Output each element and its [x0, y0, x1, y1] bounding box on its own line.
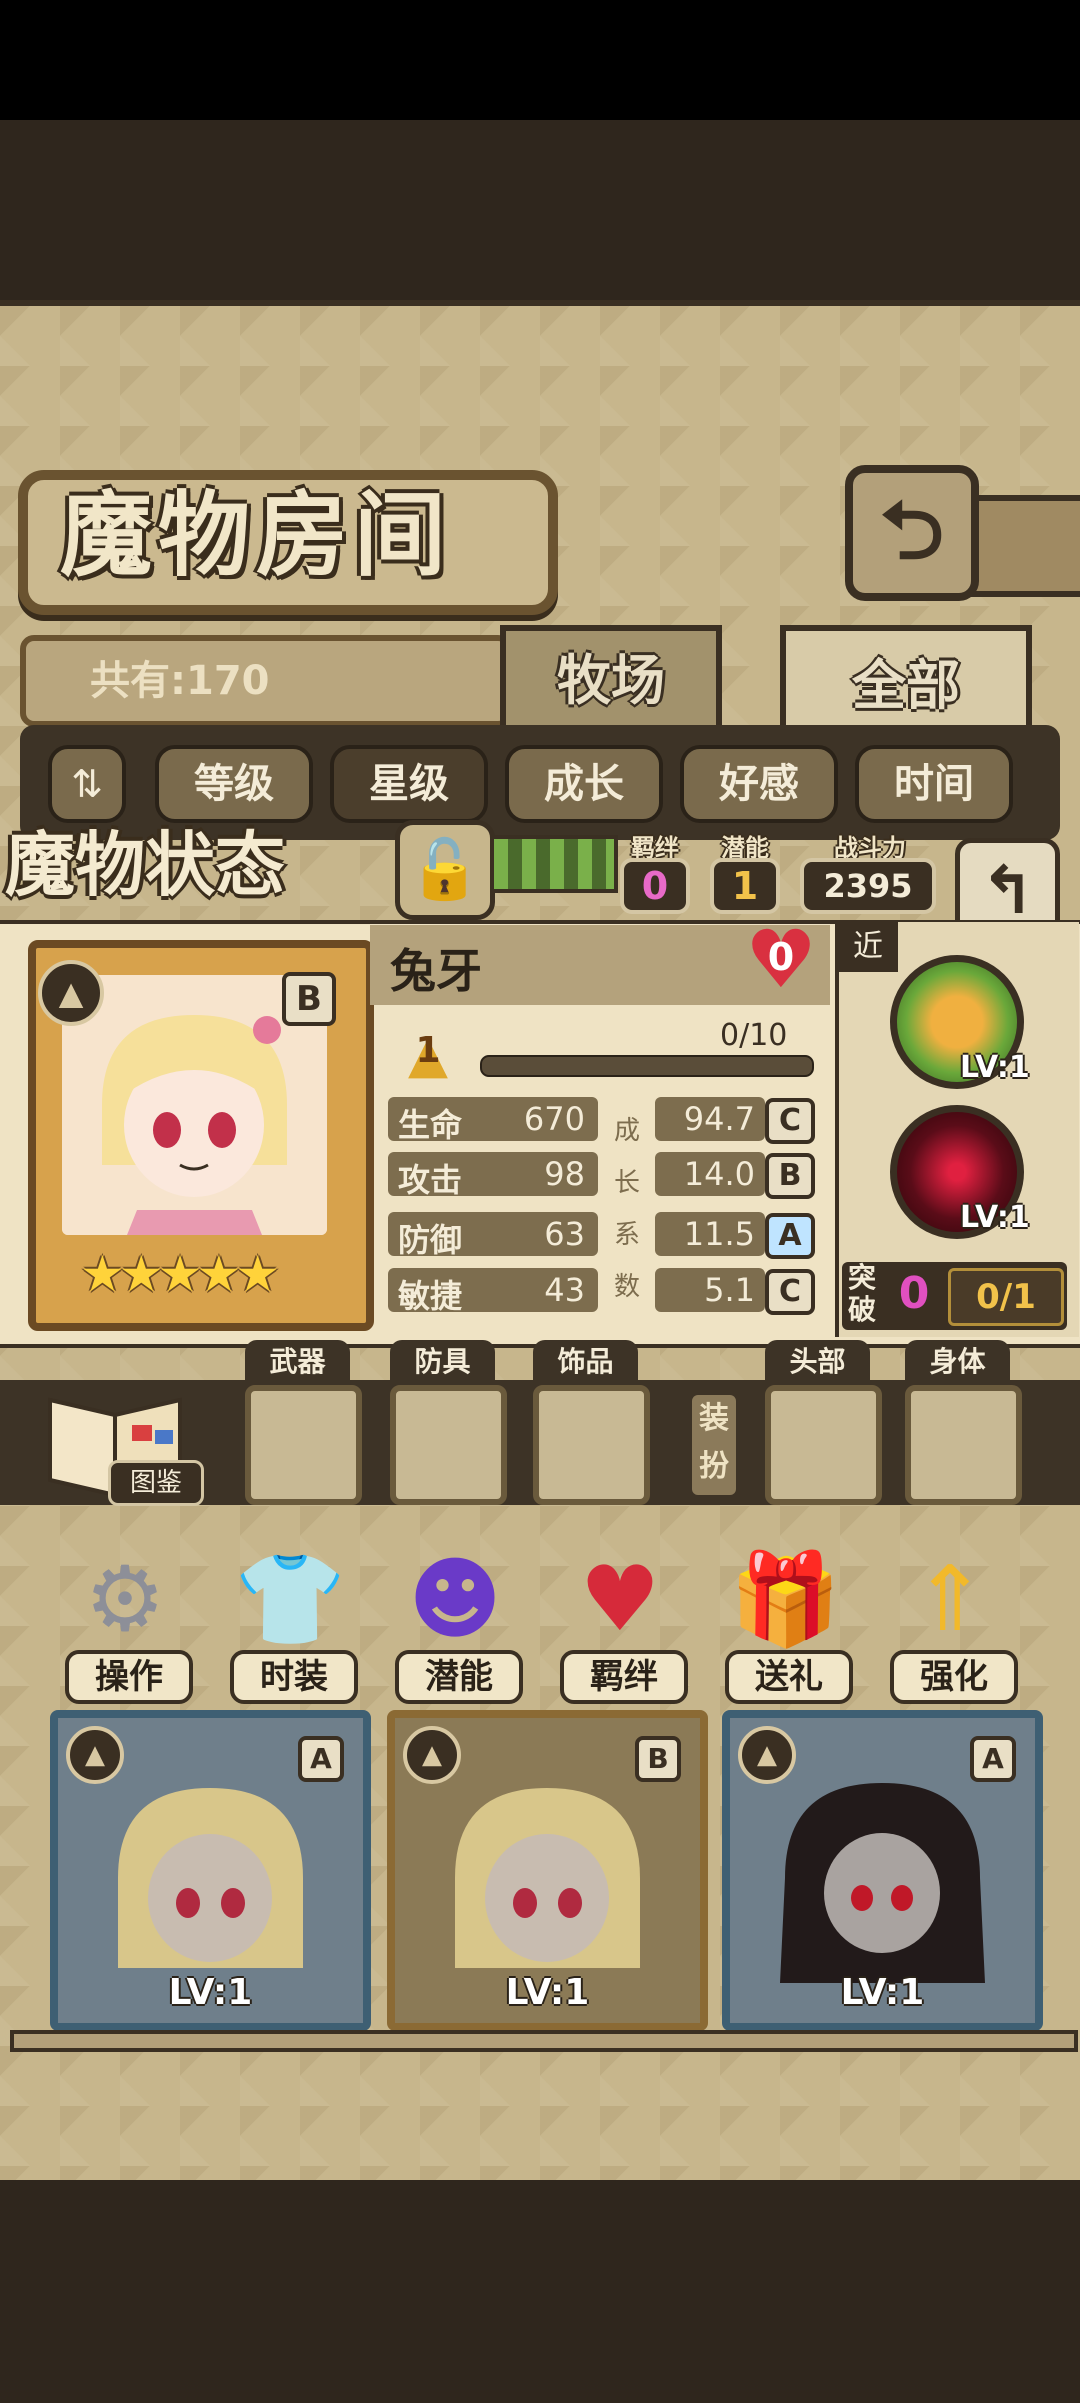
stat-value: 98	[544, 1155, 585, 1193]
card-level: LV:1	[168, 1972, 253, 2013]
coef-value: 94.7	[683, 1100, 755, 1138]
slot-label-head: 头部	[765, 1340, 870, 1384]
slot-label-accessory: 饰品	[533, 1340, 638, 1384]
stat-value: 43	[544, 1271, 585, 1309]
page-title: 魔物房间	[60, 481, 453, 589]
monster-card[interactable]: ▲ A LV:1	[722, 1710, 1043, 2031]
card-portrait	[118, 1788, 303, 1968]
monster-name: 兔牙	[390, 944, 482, 998]
bond-value: 0	[620, 858, 690, 914]
tab-ranch[interactable]: 牧场	[500, 625, 722, 737]
outfit-icon[interactable]: 👕	[230, 1540, 350, 1660]
monster-card[interactable]: ▲ A LV:1	[50, 1710, 371, 2031]
coef-value: 14.0	[683, 1155, 755, 1193]
action-fashion[interactable]: 时装	[230, 1650, 358, 1704]
skill-level: LV:1	[960, 1200, 1030, 1235]
back-button-tail	[965, 495, 1080, 597]
stat-value: 63	[544, 1215, 585, 1253]
return-icon: ↰	[979, 852, 1036, 929]
grade-badge: C	[765, 1098, 815, 1144]
star-rating: ★★★★★	[80, 1245, 280, 1303]
stat-name: 敏捷	[398, 1277, 463, 1315]
sort-order-icon[interactable]: ⇅	[48, 745, 126, 823]
rarity-icon: ▲	[38, 960, 104, 1026]
slot-accessory[interactable]	[533, 1385, 650, 1505]
coef-value: 5.1	[704, 1271, 755, 1309]
card-level: LV:1	[505, 1972, 590, 2013]
filter-star[interactable]: 星级	[330, 745, 488, 823]
status-bar	[0, 0, 1080, 120]
break-value: 0	[898, 1268, 930, 1319]
growth-label: 成 长 系 数	[612, 1105, 642, 1313]
slot-label-weapon: 武器	[245, 1340, 350, 1384]
growth-char: 系	[613, 1220, 640, 1250]
affection-value: 0	[767, 935, 795, 979]
coef-value: 11.5	[683, 1215, 755, 1253]
monster-card[interactable]: ▲ B LV:1	[387, 1710, 708, 2031]
potential-value: 1	[710, 858, 780, 914]
card-portrait	[780, 1783, 985, 1983]
action-operate[interactable]: 操作	[65, 1650, 193, 1704]
background-bottom	[0, 2180, 1080, 2403]
monster-count: 共有:170	[90, 658, 270, 704]
devil-icon[interactable]: ☻	[395, 1540, 515, 1660]
action-gift[interactable]: 送礼	[725, 1650, 853, 1704]
break-label: 突破	[848, 1261, 877, 1326]
card-portrait	[455, 1788, 640, 1968]
growth-char: 成	[613, 1116, 640, 1146]
stat-name: 攻击	[398, 1161, 463, 1199]
rank-badge: B	[282, 972, 336, 1026]
dress-label: 装扮	[692, 1395, 736, 1495]
book-label[interactable]: 图鉴	[108, 1460, 204, 1506]
gift-icon[interactable]: 🎁	[725, 1540, 845, 1660]
action-bond[interactable]: 羁绊	[560, 1650, 688, 1704]
slot-label-body: 身体	[905, 1340, 1010, 1384]
exp-text: 0/10	[720, 1018, 788, 1053]
decorative-stripe	[490, 835, 618, 893]
slot-armor[interactable]	[390, 1385, 507, 1505]
stat-name: 生命	[398, 1106, 463, 1144]
filter-time[interactable]: 时间	[855, 745, 1013, 823]
break-progress[interactable]: 0/1	[948, 1268, 1064, 1326]
skill-level: LV:1	[960, 1050, 1030, 1085]
grade-badge: A	[765, 1213, 815, 1259]
card-level: LV:1	[840, 1972, 925, 2013]
stat-name: 防御	[398, 1221, 463, 1259]
grade-badge: B	[765, 1153, 815, 1199]
action-potential[interactable]: 潜能	[395, 1650, 523, 1704]
slot-weapon[interactable]	[245, 1385, 362, 1505]
grade-badge: C	[765, 1269, 815, 1315]
filter-affection[interactable]: 好感	[680, 745, 838, 823]
slot-label-armor: 防具	[390, 1340, 495, 1384]
return-icon: ⮌	[879, 484, 945, 577]
slot-body[interactable]	[905, 1385, 1022, 1505]
action-enhance[interactable]: 强化	[890, 1650, 1018, 1704]
filter-growth[interactable]: 成长	[505, 745, 663, 823]
status-title: 魔物状态	[5, 823, 285, 906]
growth-char: 数	[613, 1272, 640, 1302]
range-tag: 近	[838, 922, 898, 972]
slot-head[interactable]	[765, 1385, 882, 1505]
monster-level: 1	[415, 1030, 441, 1071]
lock-icon[interactable]: 🔓	[395, 820, 495, 920]
background-top	[0, 120, 1080, 300]
power-value: 2395	[800, 858, 936, 914]
hearts-icon[interactable]: ♥	[560, 1540, 680, 1660]
gear-icon[interactable]: ⚙	[65, 1540, 185, 1660]
back-button[interactable]: ⮌	[845, 465, 979, 601]
growth-char: 长	[613, 1168, 640, 1198]
stat-value: 670	[523, 1100, 585, 1138]
filter-level[interactable]: 等级	[155, 745, 313, 823]
list-bottom-border	[10, 2030, 1078, 2052]
exp-bar	[480, 1055, 814, 1077]
upgrade-arrows-icon[interactable]: ⇑	[890, 1540, 1010, 1660]
